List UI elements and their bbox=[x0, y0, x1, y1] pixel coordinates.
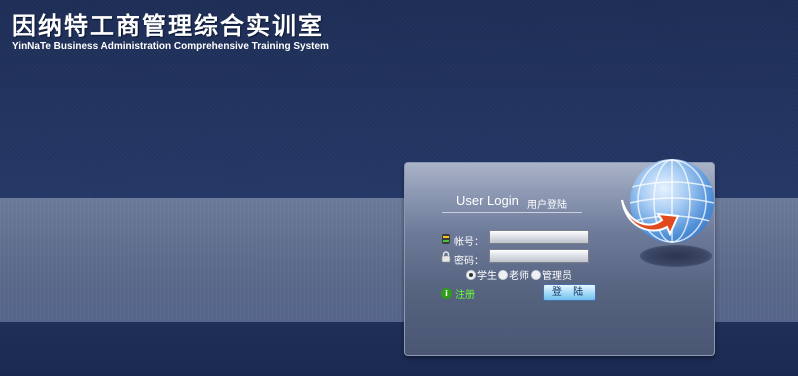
role-teacher[interactable]: 老师 bbox=[498, 267, 529, 282]
title-divider bbox=[442, 212, 582, 213]
role-student-label: 学生 bbox=[477, 271, 497, 282]
login-title: User Login bbox=[456, 193, 519, 208]
login-title-cn: 用户登陆 bbox=[527, 200, 567, 211]
user-icon bbox=[442, 234, 450, 244]
info-icon: i bbox=[441, 288, 452, 299]
role-teacher-label: 老师 bbox=[509, 271, 529, 282]
role-admin-label: 管理员 bbox=[542, 271, 572, 282]
app-subtitle: YinNaTe Business Administration Comprehe… bbox=[12, 41, 329, 52]
globe-shadow bbox=[640, 245, 712, 267]
account-label: 帐号： bbox=[454, 237, 484, 248]
role-student[interactable]: 学生 bbox=[466, 267, 497, 282]
arrow-icon bbox=[621, 199, 680, 236]
register-link[interactable]: i 注册 bbox=[441, 286, 475, 301]
role-admin[interactable]: 管理员 bbox=[531, 267, 572, 282]
account-input[interactable] bbox=[489, 230, 589, 244]
radio-admin[interactable] bbox=[531, 269, 541, 280]
radio-teacher[interactable] bbox=[498, 269, 508, 280]
password-label: 密码： bbox=[454, 256, 484, 267]
password-input[interactable] bbox=[489, 249, 589, 263]
login-button[interactable]: 登 陆 bbox=[543, 284, 596, 301]
radio-student[interactable] bbox=[466, 269, 476, 280]
app-title: 因纳特工商管理综合实训室 bbox=[12, 12, 324, 40]
register-label[interactable]: 注册 bbox=[455, 286, 475, 301]
lock-icon bbox=[441, 251, 451, 263]
